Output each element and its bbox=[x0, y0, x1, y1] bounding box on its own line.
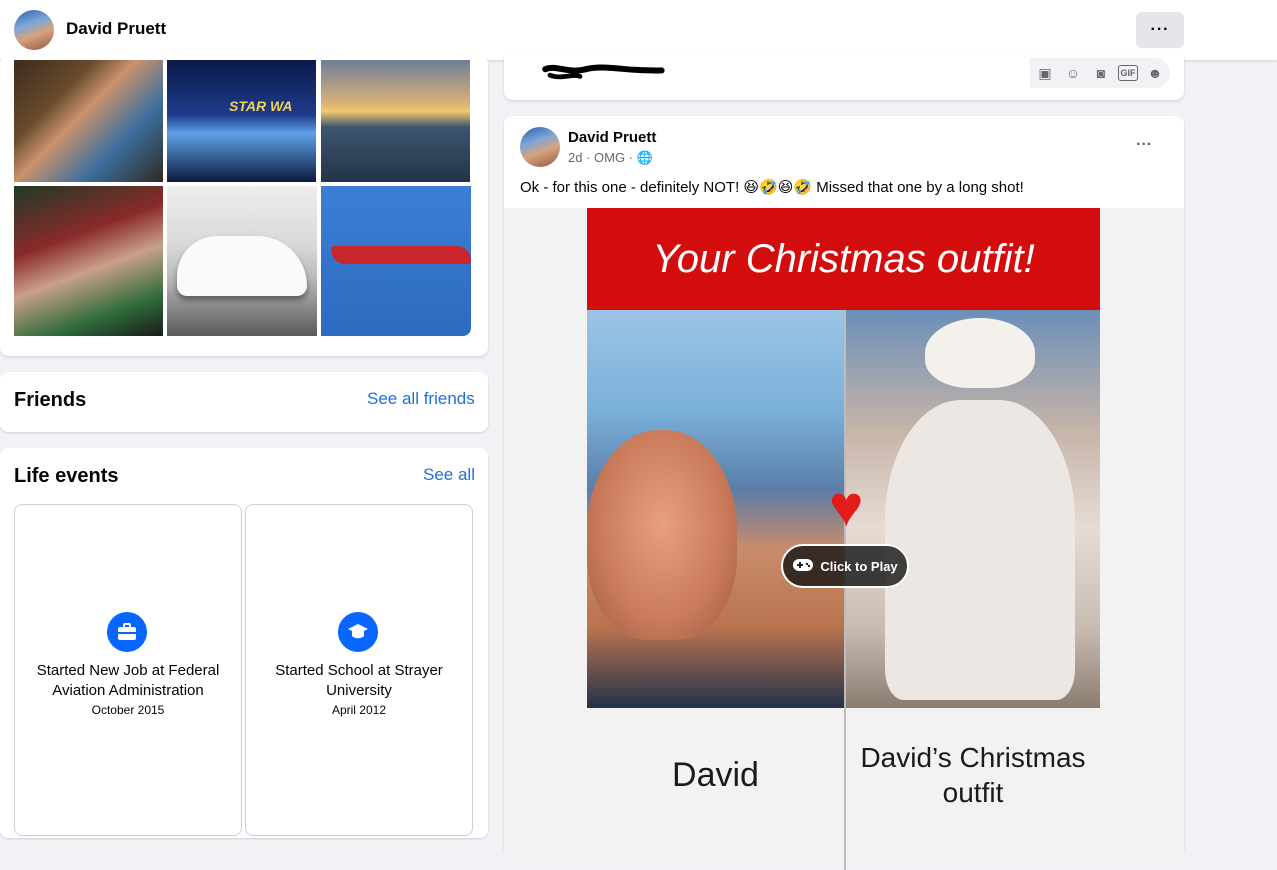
car-shape bbox=[177, 236, 307, 296]
post-author-name[interactable]: David Pruett bbox=[568, 129, 656, 146]
redaction-scribble bbox=[542, 64, 665, 80]
photo-thumbnail[interactable] bbox=[321, 186, 471, 336]
photo-overlay-text: STAR WA bbox=[229, 98, 293, 114]
life-event-item[interactable]: Started School at Strayer University Apr… bbox=[245, 504, 473, 836]
post-media[interactable]: Your Christmas outfit! ♥ Click to Play D… bbox=[504, 208, 1184, 870]
life-event-title: Started New Job at Federal Aviation Admi… bbox=[36, 662, 220, 699]
graduation-cap-icon bbox=[338, 612, 378, 652]
plane-shape bbox=[331, 246, 471, 264]
friends-card: Friends See all friends bbox=[0, 372, 488, 432]
profile-name[interactable]: David Pruett bbox=[66, 19, 166, 39]
life-events-title: Life events bbox=[14, 465, 119, 487]
face-shape bbox=[587, 430, 737, 640]
photo-thumbnail[interactable]: STAR WA bbox=[167, 60, 316, 182]
click-to-play-button[interactable]: Click to Play bbox=[781, 544, 909, 588]
media-right-photo bbox=[845, 310, 1100, 708]
camera-icon[interactable]: ◙ bbox=[1090, 62, 1112, 84]
see-all-friends-link[interactable]: See all friends bbox=[367, 389, 475, 409]
life-event-date: April 2012 bbox=[331, 703, 387, 717]
photo-thumbnail[interactable] bbox=[14, 186, 163, 336]
photo-thumbnail[interactable] bbox=[167, 186, 317, 336]
media-banner: Your Christmas outfit! bbox=[587, 208, 1100, 310]
gamepad-icon bbox=[792, 558, 814, 575]
profile-avatar[interactable] bbox=[14, 10, 54, 50]
more-options-button[interactable]: ··· bbox=[1136, 12, 1184, 48]
photo-thumbnail[interactable] bbox=[14, 60, 163, 182]
post-meta[interactable]: 2d · OMG · 🌐 bbox=[568, 150, 653, 166]
avatar-sticker-icon[interactable]: ☻ bbox=[1144, 62, 1166, 84]
media-left-label: David bbox=[672, 756, 759, 794]
briefcase-icon bbox=[107, 612, 147, 652]
coat-shape bbox=[885, 400, 1075, 700]
sticker-icon[interactable]: ▣ bbox=[1034, 62, 1056, 84]
friends-title: Friends bbox=[14, 389, 87, 411]
comment-composer: ▣ ☺ ◙ GIF ☻ bbox=[504, 50, 1184, 100]
heart-icon: ♥ bbox=[829, 474, 864, 539]
feed-post: David Pruett 2d · OMG · 🌐 ··· Ok - for t… bbox=[504, 116, 1184, 870]
post-author-avatar[interactable] bbox=[520, 127, 560, 167]
hat-shape bbox=[925, 318, 1035, 388]
media-left-photo bbox=[587, 310, 844, 708]
emoji-icon[interactable]: ☺ bbox=[1062, 62, 1084, 84]
life-event-title: Started School at Strayer University bbox=[275, 662, 443, 699]
composer-toolbar: ▣ ☺ ◙ GIF ☻ bbox=[1030, 58, 1170, 88]
play-label: Click to Play bbox=[820, 558, 898, 574]
photos-card: STAR WA bbox=[0, 56, 488, 356]
post-text: Ok - for this one - definitely NOT! 😆🤣😆🤣… bbox=[520, 179, 1024, 196]
post-options-button[interactable]: ··· bbox=[1136, 136, 1152, 154]
photo-thumbnail[interactable] bbox=[321, 60, 470, 182]
life-event-item[interactable]: Started New Job at Federal Aviation Admi… bbox=[14, 504, 242, 836]
life-event-date: October 2015 bbox=[91, 703, 165, 717]
media-right-label: David’s Christmas outfit bbox=[860, 742, 1086, 808]
life-events-card: Life events See all Started New Job at F… bbox=[0, 448, 488, 838]
see-all-life-events-link[interactable]: See all bbox=[423, 465, 475, 485]
gif-icon[interactable]: GIF bbox=[1118, 65, 1138, 81]
